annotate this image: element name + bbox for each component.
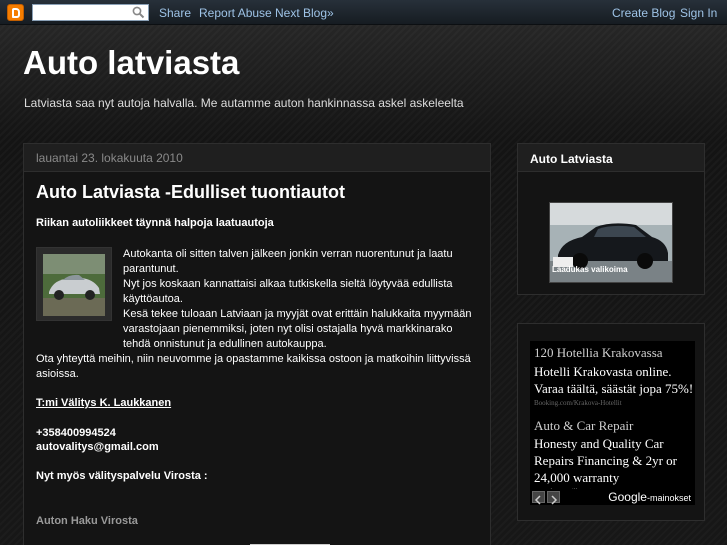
post-container: lauantai 23. lokakuuta 2010 Auto Latvias… [23,143,491,545]
next-blog-link[interactable]: Next Blog» [275,6,334,20]
post-paragraph-1: Autokanta oli sitten talven jälkeen jonk… [123,247,483,352]
google-logo: Google [608,490,647,504]
prev-arrow-icon[interactable] [532,491,545,505]
image-caption: Laadukas valikoima [552,265,628,274]
post-line: tehdä onnistunut ja edullinen autokauppa… [123,338,327,350]
post-line: parantunut. [123,263,179,275]
next-arrow-icon[interactable] [547,491,560,505]
ad-block[interactable]: 120 Hotellia Krakovassa Hotelli Krakovas… [530,341,695,505]
post-date: lauantai 23. lokakuuta 2010 [24,144,490,172]
sidebar-widget: Auto Latviasta Laadukas valikoima [517,143,705,295]
email-address: autovalitys@gmail.com [36,441,159,453]
post-line: varastojaan pienemmiksi, joten nyt olisi… [123,323,453,335]
phone-number: +358400994524 [36,427,116,439]
share-link[interactable]: Share [159,6,191,20]
report-abuse-link[interactable]: Report Abuse [199,6,272,20]
post-line: Autokanta oli sitten talven jälkeen jonk… [123,248,453,260]
post-paragraph-2: Ota yhteyttä meihin, niin neuvomme ja op… [36,352,486,382]
post-line: Kesä tekee tuloaan Latviaan ja myyjät ov… [123,308,472,320]
company-name: T:mi Välitys K. Laukkanen [36,397,172,409]
estonia-service-text: Nyt myös välityspalvelu Virosta : [36,470,208,482]
ad-text-line: Repairs Financing & 2yr or [534,453,677,468]
sign-in-link[interactable]: Sign In [680,6,717,20]
blog-title[interactable]: Auto latviasta [23,44,239,82]
ad-text-line: Varaa täältä, säästät jopa 75%! [534,381,694,396]
blogger-icon[interactable] [7,4,24,21]
post-line: Ota yhteyttä meihin, niin neuvomme ja op… [36,353,471,365]
ad-text-line: 24,000 warranty [534,470,620,485]
post-line: asioissa. [36,368,79,380]
ad-text-line: Honesty and Quality Car [534,436,664,451]
ad-footer: Google-mainokset [530,489,695,505]
post-thumbnail[interactable] [36,247,112,321]
sidebar-car-image[interactable]: Laadukas valikoima [549,202,673,283]
ad-title[interactable]: Auto & Car Repair [534,418,633,434]
car-thumbnail-image [43,254,105,316]
create-blog-link[interactable]: Create Blog [612,6,675,20]
post-line: käyttöautoa. [123,293,183,305]
blog-description: Latviasta saa nyt autoja halvalla. Me au… [24,96,464,110]
ad-text-line: Hotelli Krakovasta online. [534,364,672,379]
post-subtitle: Riikan autoliikkeet täynnä halpoja laatu… [36,217,274,229]
post-title[interactable]: Auto Latviasta -Edulliset tuontiautot [36,182,345,203]
ads-suffix: -mainokset [646,493,691,503]
widget-title: Auto Latviasta [518,144,704,172]
post-line: Nyt jos koskaan kannattaisi alkaa tutkis… [123,278,453,290]
navbar: Share Report Abuse Next Blog» Create Blo… [0,0,727,25]
search-icon[interactable] [132,6,145,19]
search-input[interactable] [32,4,149,21]
google-ads-label[interactable]: Google-mainokset [608,490,691,504]
ad-widget: 120 Hotellia Krakovassa Hotelli Krakovas… [517,323,705,521]
ad-title[interactable]: 120 Hotellia Krakovassa [534,345,663,361]
post-sub-heading: Auton Haku Virosta [36,515,138,527]
ad-text: Honesty and Quality Car Repairs Financin… [534,435,694,486]
ad-text: Hotelli Krakovasta online. Varaa täältä,… [534,363,694,397]
ad-url[interactable]: Booking.com/Krakova-Hotellit [534,399,622,407]
